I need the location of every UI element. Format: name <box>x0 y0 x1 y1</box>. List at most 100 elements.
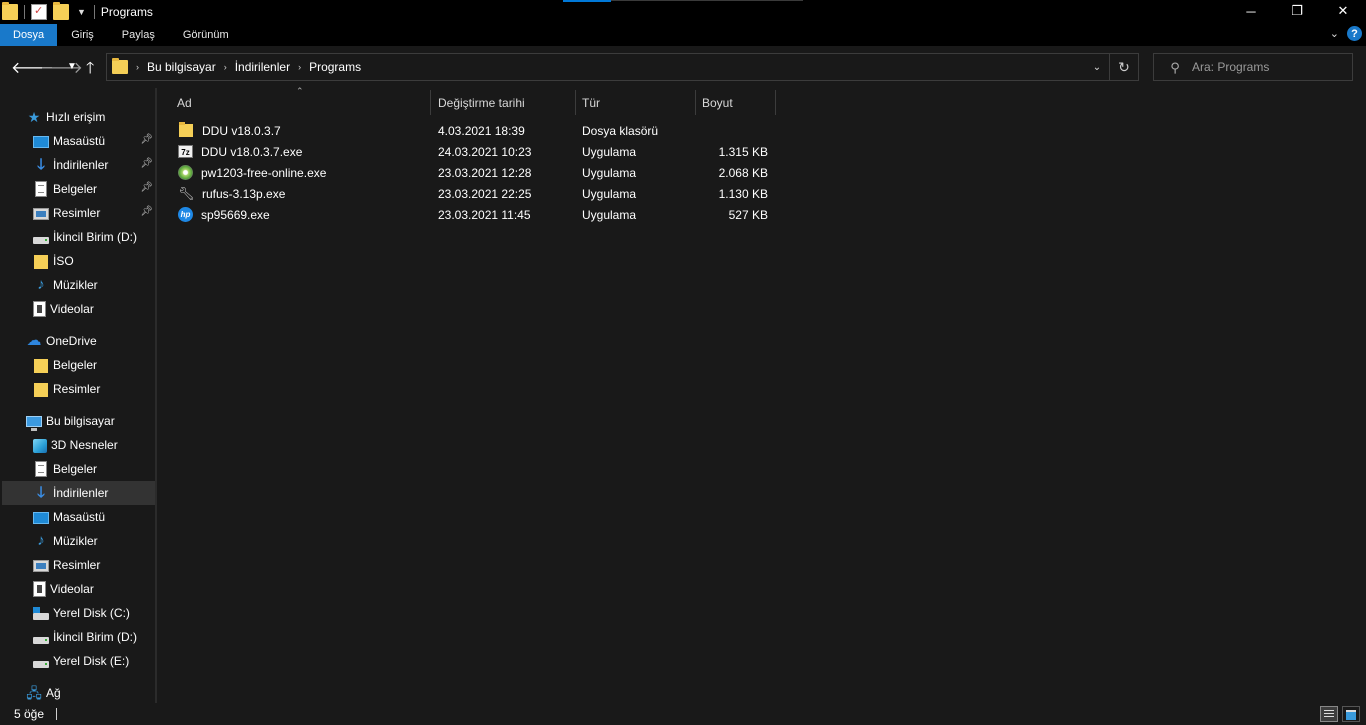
sidebar-item-pictures[interactable]: Resimler 📌︎ <box>2 201 155 225</box>
sidebar-item-3d-objects[interactable]: 3D Nesneler <box>2 433 155 457</box>
breadcrumb-this-pc[interactable]: Bu bilgisayar <box>147 60 216 74</box>
sidebar-item-pc-desktop[interactable]: Masaüstü <box>2 505 155 529</box>
file-size: 527 KB <box>728 207 768 222</box>
sidebar-item-label: Belgeler <box>53 182 98 196</box>
search-input[interactable] <box>1192 60 1352 74</box>
ribbon-tabs: Dosya Giriş Paylaş Görünüm ⌄ ? <box>0 24 1366 46</box>
video-icon <box>33 301 46 317</box>
expand-ribbon-chevron-icon[interactable]: ⌄ <box>1330 27 1339 40</box>
sidebar-item-desktop[interactable]: Masaüstü 📌︎ <box>2 129 155 153</box>
minimize-button[interactable]: ─ <box>1228 0 1274 22</box>
pictures-icon <box>33 560 49 572</box>
tab-share[interactable]: Paylaş <box>108 24 169 46</box>
sidebar-item-drive-e[interactable]: Yerel Disk (E:) <box>2 649 155 673</box>
sidebar-item-onedrive[interactable]: ☁ OneDrive <box>2 329 155 353</box>
breadcrumb-chevron-icon[interactable]: › <box>136 62 139 72</box>
sidebar-item-documents[interactable]: Belgeler 📌︎ <box>2 177 155 201</box>
tab-home[interactable]: Giriş <box>57 24 108 46</box>
pin-icon[interactable]: 📌︎ <box>140 182 153 193</box>
large-icons-view-icon[interactable] <box>1342 706 1360 722</box>
sidebar-item-label: Videolar <box>50 302 94 316</box>
breadcrumb-chevron-icon[interactable]: › <box>298 62 301 72</box>
sidebar-item-quick-access[interactable]: ★ Hızlı erişim <box>2 105 155 129</box>
sidebar-item-label: İkincil Birim (D:) <box>53 230 137 244</box>
sidebar-item-label: Videolar <box>50 582 94 596</box>
sidebar-scrollbar[interactable] <box>155 88 157 703</box>
sidebar-item-pc-downloads[interactable]: 🡓 İndirilenler <box>2 481 155 505</box>
table-row[interactable]: 🔧︎ rufus-3.13p.exe 23.03.2021 22:25 Uygu… <box>174 183 774 204</box>
close-button[interactable]: ✕ <box>1320 0 1366 22</box>
sidebar-item-videos[interactable]: Videolar <box>2 297 155 321</box>
column-header-type[interactable]: Tür <box>576 90 696 115</box>
table-row[interactable]: DDU v18.0.3.7 4.03.2021 18:39 Dosya klas… <box>174 120 774 141</box>
file-date: 23.03.2021 12:28 <box>438 165 532 180</box>
folder-icon <box>179 122 193 137</box>
table-row[interactable]: DDU v18.0.3.7.exe 24.03.2021 10:23 Uygul… <box>174 141 774 162</box>
tab-view[interactable]: Görünüm <box>169 24 243 46</box>
sidebar-item-onedrive-pictures[interactable]: Resimler <box>2 377 155 401</box>
breadcrumb-downloads[interactable]: İndirilenler <box>235 60 290 74</box>
file-date: 4.03.2021 18:39 <box>438 123 525 138</box>
7zip-icon <box>178 145 193 158</box>
file-type: Uygulama <box>582 165 637 180</box>
cloud-icon: ☁ <box>26 332 42 349</box>
properties-icon[interactable] <box>31 4 47 20</box>
help-icon[interactable]: ? <box>1347 26 1362 41</box>
table-row[interactable]: pw1203-free-online.exe 23.03.2021 12:28 … <box>174 162 774 183</box>
sidebar-item-label: Müzikler <box>53 278 98 292</box>
sidebar-item-drive-c[interactable]: Yerel Disk (C:) <box>2 601 155 625</box>
refresh-icon[interactable]: ↻ <box>1110 59 1138 76</box>
navigation-bar: 🡐 🡒 ▼ 🡑 › Bu bilgisayar › İndirilenler ›… <box>0 46 1366 88</box>
file-size <box>694 120 768 141</box>
sidebar-item-pc-drive-d[interactable]: İkincil Birim (D:) <box>2 625 155 649</box>
file-name-cell: DDU v18.0.3.7 <box>178 120 281 141</box>
sidebar-item-this-pc[interactable]: Bu bilgisayar <box>2 409 155 433</box>
sidebar-item-downloads[interactable]: 🡓 İndirilenler 📌︎ <box>2 153 155 177</box>
new-folder-icon[interactable] <box>53 2 69 20</box>
sidebar-item-pc-music[interactable]: ♪ Müzikler <box>2 529 155 553</box>
pin-icon[interactable]: 📌︎ <box>140 134 153 145</box>
breadcrumb-programs[interactable]: Programs <box>309 60 361 74</box>
file-size: 1.315 KB <box>718 144 768 159</box>
file-name-cell: pw1203-free-online.exe <box>178 162 326 183</box>
customize-toolbar-chevron-icon[interactable]: ▼ <box>77 7 86 17</box>
sidebar-item-pc-pictures[interactable]: Resimler <box>2 553 155 577</box>
sidebar-item-network[interactable]: 🖧 Ağ <box>2 681 155 703</box>
sidebar-item-drive-d[interactable]: İkincil Birim (D:) <box>2 225 155 249</box>
sidebar-item-pc-videos[interactable]: Videolar <box>2 577 155 601</box>
address-actions: ⌄ ↻ <box>1085 54 1138 80</box>
column-header-name[interactable]: Ad <box>170 90 431 115</box>
sidebar-item-iso[interactable]: İSO <box>2 249 155 273</box>
folder-icon <box>34 255 48 269</box>
music-icon: ♪ <box>37 532 45 549</box>
maximize-button[interactable]: ❐ <box>1274 0 1320 22</box>
pin-icon[interactable]: 📌︎ <box>140 206 153 217</box>
table-row[interactable]: sp95669.exe 23.03.2021 11:45 Uygulama 52… <box>174 204 774 225</box>
column-header-date[interactable]: Değiştirme tarihi <box>431 90 576 115</box>
sidebar-item-pc-documents[interactable]: Belgeler <box>2 457 155 481</box>
column-header-size[interactable]: Boyut <box>696 90 776 115</box>
toolbar-divider <box>24 5 25 19</box>
sidebar-item-label: Resimler <box>53 206 101 220</box>
sidebar-item-music[interactable]: ♪ Müzikler <box>2 273 155 297</box>
sidebar-item-label: İndirilenler <box>53 486 109 500</box>
address-bar[interactable]: › Bu bilgisayar › İndirilenler › Program… <box>106 53 1139 81</box>
pin-icon[interactable]: 📌︎ <box>140 158 153 169</box>
desktop-icon <box>33 136 49 148</box>
breadcrumb-chevron-icon[interactable]: › <box>224 62 227 72</box>
address-history-chevron-icon[interactable]: ⌄ <box>1085 62 1109 73</box>
column-header-label: Tür <box>582 95 600 110</box>
folder-icon <box>34 383 48 397</box>
document-icon <box>35 181 47 197</box>
folder-icon <box>2 2 18 20</box>
file-size: 1.130 KB <box>718 186 768 201</box>
breadcrumb: › Programs <box>298 60 361 74</box>
up-button[interactable]: 🡑 <box>86 57 94 84</box>
tab-file[interactable]: Dosya <box>0 24 58 46</box>
disk-icon <box>178 165 193 180</box>
navigation-pane: ★ Hızlı erişim Masaüstü 📌︎ 🡓 İndirilenle… <box>0 88 157 703</box>
sidebar-item-label: Ağ <box>46 686 61 700</box>
recent-locations-chevron-icon[interactable]: ▼ <box>67 61 77 72</box>
sidebar-item-onedrive-documents[interactable]: Belgeler <box>2 353 155 377</box>
details-view-icon[interactable] <box>1320 706 1338 722</box>
